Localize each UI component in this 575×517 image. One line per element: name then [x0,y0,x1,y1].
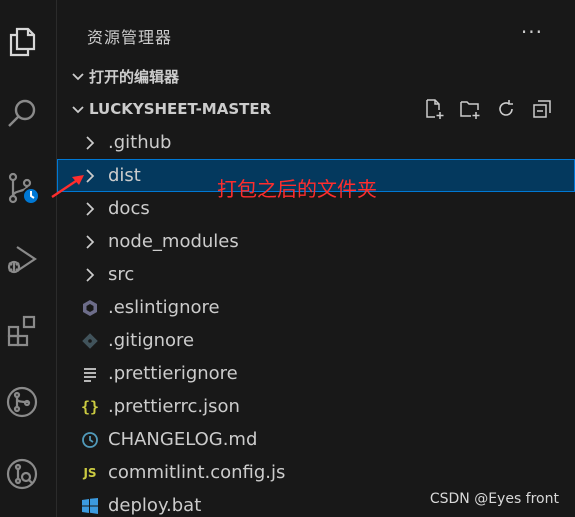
collapse-all-icon[interactable] [529,96,555,122]
tree-file-changelog[interactable]: CHANGELOG.md [57,423,575,456]
new-file-icon[interactable] [421,96,447,122]
sidebar-title: 资源管理器 [87,28,173,47]
chevron-right-icon [79,132,101,154]
tree-item-label: dist [108,165,141,186]
tree-item-label: .gitignore [108,330,195,351]
tree-item-label: .prettierignore [108,363,238,384]
more-actions-button[interactable]: ··· [521,20,543,44]
eslint-icon [79,297,101,319]
tree-file-prettierignore[interactable]: .prettierignore [57,357,575,390]
tree-file-commitlint[interactable]: JS commitlint.config.js [57,456,575,489]
search-icon[interactable] [0,86,44,142]
json-braces-icon: {} [80,397,100,416]
tree-file-gitignore[interactable]: .gitignore [57,324,575,357]
tree-item-label: docs [108,198,150,219]
project-label: LUCKYSHEET-MASTER [89,100,272,118]
activity-bar [0,0,44,517]
tree-item-label: .github [108,132,172,153]
tree-folder-node-modules[interactable]: node_modules [57,225,575,258]
chevron-down-icon [57,69,87,83]
remote-explorer-icon[interactable] [0,374,44,430]
tree-file-prettierrc-json[interactable]: {} .prettierrc.json [57,390,575,423]
git-icon [79,330,101,352]
tree-file-eslintignore[interactable]: .eslintignore [57,291,575,324]
tree-item-label: .prettierrc.json [108,396,240,417]
chevron-right-icon [79,264,101,286]
tree-item-label: commitlint.config.js [108,462,286,483]
tree-item-label: deploy.bat [108,495,202,516]
extensions-icon[interactable] [0,302,44,358]
open-editors-label: 打开的编辑器 [89,67,180,86]
refresh-icon[interactable] [493,96,519,122]
lines-icon [79,363,101,385]
annotation-arrow-icon [51,175,84,198]
chevron-down-icon [57,102,87,116]
new-folder-icon[interactable] [457,96,483,122]
explorer-icon[interactable] [0,14,44,70]
watermark: CSDN @Eyes front [429,491,559,507]
tree-item-label: node_modules [108,231,239,252]
project-actions [421,96,555,122]
tree-item-label: .eslintignore [108,297,220,318]
explorer-sidebar: 资源管理器 ··· 打开的编辑器 LUCKYSHEET-MASTER .gith… [57,0,575,517]
chevron-right-icon [79,231,101,253]
tree-folder-github[interactable]: .github [57,126,575,159]
source-control-icon[interactable] [0,160,44,216]
tree-item-label: src [108,264,135,285]
git-graph-icon[interactable] [0,446,44,502]
open-editors-section[interactable]: 打开的编辑器 [57,61,575,91]
tree-folder-src[interactable]: src [57,258,575,291]
annotation-text: 打包之后的文件夹 [217,177,377,201]
windows-icon [79,495,101,517]
clock-icon [79,429,101,451]
run-debug-icon[interactable] [0,232,44,288]
tree-item-label: CHANGELOG.md [108,429,258,450]
js-icon: JS [83,465,97,480]
